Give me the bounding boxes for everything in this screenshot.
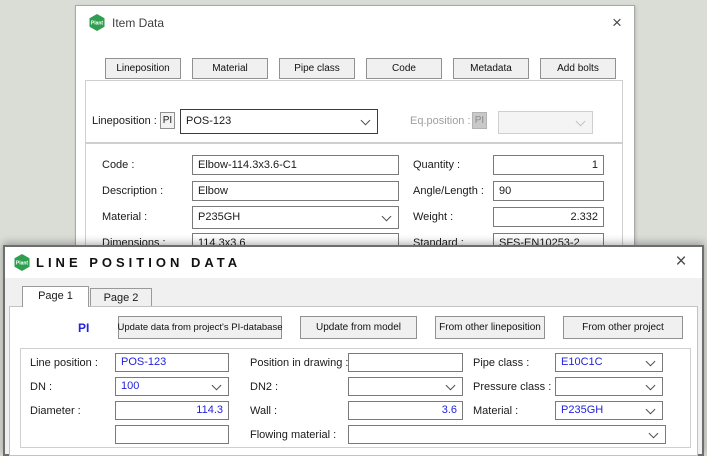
lineposition-select[interactable]: POS-123: [180, 109, 378, 134]
diameter-input[interactable]: 114.3: [115, 401, 229, 420]
lineposition-value: POS-123: [186, 115, 231, 127]
plant-logo-icon: Plant: [89, 14, 105, 31]
item-data-dialog: Plant Item Data × Lineposition Material …: [75, 5, 635, 247]
weight-label: Weight :: [413, 208, 453, 226]
description-label: Description :: [102, 182, 163, 200]
pipe-class-button[interactable]: Pipe class: [279, 58, 355, 79]
item-data-title: Item Data: [112, 16, 164, 30]
line-position-actions: Update data from project's PI-database U…: [118, 316, 683, 339]
eq-position-pi-badge: PI: [472, 112, 487, 129]
pi-label: PI: [78, 319, 89, 337]
lineposition-button[interactable]: Lineposition: [105, 58, 181, 79]
tab-page-2[interactable]: Page 2: [90, 288, 152, 307]
chevron-down-icon: [646, 404, 656, 414]
chevron-down-icon: [576, 116, 586, 126]
pipe-class-select[interactable]: E10C1C: [555, 353, 663, 372]
lpd-material-select[interactable]: P235GH: [555, 401, 663, 420]
update-from-pi-database-button[interactable]: Update data from project's PI-database: [118, 316, 282, 339]
lpd-material-value: P235GH: [561, 404, 603, 416]
pipe-class-value: E10C1C: [561, 356, 603, 368]
svg-text:Plant: Plant: [91, 21, 104, 27]
from-other-project-button[interactable]: From other project: [563, 316, 683, 339]
metadata-button[interactable]: Metadata: [453, 58, 529, 79]
wall-label: Wall :: [250, 402, 277, 420]
material-value: P235GH: [198, 211, 240, 223]
chevron-down-icon: [649, 428, 659, 438]
angle-length-label: Angle/Length :: [413, 182, 484, 200]
pressure-class-select[interactable]: [555, 377, 663, 396]
flowing-material-select[interactable]: [348, 425, 666, 444]
plant-logo-icon: Plant: [14, 254, 30, 271]
dn2-select[interactable]: [348, 377, 463, 396]
chevron-down-icon: [446, 380, 456, 390]
line-position-label: Line position :: [30, 354, 98, 372]
eq-position-select: [498, 111, 593, 134]
close-icon[interactable]: ×: [608, 14, 626, 32]
quantity-input[interactable]: 1: [493, 155, 604, 175]
item-data-titlebar[interactable]: Plant Item Data ×: [76, 6, 634, 39]
line-position-titlebar[interactable]: Plant LINE POSITION DATA ×: [5, 247, 702, 278]
pipe-class-label: Pipe class :: [473, 354, 529, 372]
code-label: Code :: [102, 156, 134, 174]
description-input[interactable]: Elbow: [192, 181, 399, 201]
weight-input[interactable]: 2.332: [493, 207, 604, 227]
close-icon[interactable]: ×: [672, 253, 690, 271]
tab-page-panel: PI Update data from project's PI-databas…: [9, 306, 698, 456]
line-position-data-dialog: Plant LINE POSITION DATA × Page 1 Page 2…: [3, 245, 704, 456]
update-from-model-button[interactable]: Update from model: [300, 316, 417, 339]
material-button[interactable]: Material: [192, 58, 268, 79]
tab-page-1[interactable]: Page 1: [22, 286, 89, 307]
position-in-drawing-input[interactable]: [348, 353, 463, 372]
angle-length-input[interactable]: 90: [493, 181, 604, 201]
chevron-down-icon: [361, 115, 371, 125]
material-select[interactable]: P235GH: [192, 206, 399, 229]
dn-label: DN :: [30, 378, 52, 396]
wall-input[interactable]: 3.6: [348, 401, 463, 420]
svg-text:Plant: Plant: [16, 261, 29, 267]
dn2-label: DN2 :: [250, 378, 278, 396]
lpd-material-label: Material :: [473, 402, 518, 420]
line-position-title: LINE POSITION DATA: [36, 255, 241, 270]
extra-input[interactable]: [115, 425, 229, 444]
code-button[interactable]: Code: [366, 58, 442, 79]
line-position-input[interactable]: POS-123: [115, 353, 229, 372]
diameter-label: Diameter :: [30, 402, 81, 420]
chevron-down-icon: [646, 380, 656, 390]
from-other-lineposition-button[interactable]: From other lineposition: [435, 316, 545, 339]
quantity-label: Quantity :: [413, 156, 460, 174]
position-in-drawing-label: Position in drawing :: [250, 354, 348, 372]
dn-value: 100: [121, 380, 139, 392]
lineposition-pi-badge[interactable]: PI: [160, 112, 175, 129]
code-input[interactable]: Elbow-114.3x3.6-C1: [192, 155, 399, 175]
pressure-class-label: Pressure class :: [473, 378, 551, 396]
chevron-down-icon: [382, 211, 392, 221]
add-bolts-button[interactable]: Add bolts: [540, 58, 616, 79]
flowing-material-label: Flowing material :: [250, 426, 336, 444]
chevron-down-icon: [212, 380, 222, 390]
dn-select[interactable]: 100: [115, 377, 229, 396]
chevron-down-icon: [646, 356, 656, 366]
eq-position-label: Eq.position :: [410, 112, 471, 130]
lineposition-label: Lineposition :: [92, 112, 157, 130]
item-data-toolbar: Lineposition Material Pipe class Code Me…: [105, 58, 616, 79]
material-label: Material :: [102, 208, 147, 226]
